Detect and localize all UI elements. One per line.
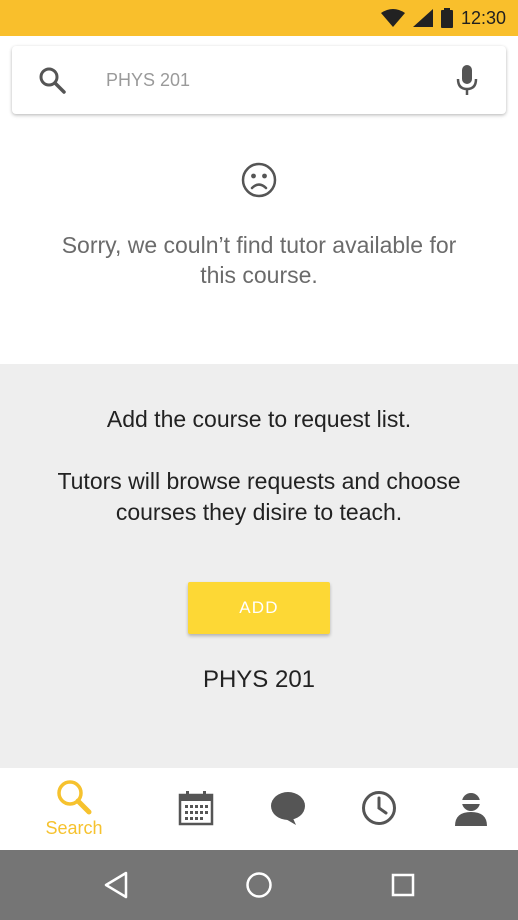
recents-square-icon[interactable]: [388, 870, 418, 900]
search-icon: [57, 780, 92, 815]
sad-face-icon: [241, 162, 277, 198]
search-icon[interactable]: [38, 66, 66, 94]
wifi-icon: [380, 9, 405, 27]
clock-icon: [362, 791, 396, 825]
request-instruction: Add the course to request list.: [106, 406, 412, 432]
search-bar[interactable]: [12, 46, 506, 114]
profile-icon: [455, 793, 487, 826]
nav-search[interactable]: Search: [34, 768, 114, 850]
chat-bubble-icon: [271, 792, 305, 825]
mic-icon[interactable]: [456, 65, 478, 95]
battery-icon: [440, 8, 453, 28]
request-explanation: Tutors will browse requests and choose c…: [57, 468, 461, 525]
nav-chat[interactable]: [268, 768, 308, 850]
add-button[interactable]: ADD: [188, 582, 330, 634]
system-nav-bar: [0, 850, 518, 920]
bottom-nav: Search: [0, 768, 518, 850]
calendar-icon: [178, 791, 214, 826]
home-circle-icon[interactable]: [244, 870, 274, 900]
empty-state-message: Sorry, we couln’t find tutor available f…: [61, 232, 457, 288]
back-triangle-icon[interactable]: [101, 870, 131, 900]
cellular-signal-icon: [412, 9, 433, 27]
nav-search-label: Search: [45, 818, 103, 838]
course-code: PHYS 201: [202, 666, 316, 693]
status-time: 12:30: [460, 7, 506, 28]
nav-profile[interactable]: [451, 768, 491, 850]
request-panel: Add the course to request list. Tutors w…: [0, 364, 518, 768]
nav-calendar[interactable]: [176, 768, 216, 850]
search-input[interactable]: [104, 68, 456, 92]
nav-history[interactable]: [359, 768, 399, 850]
status-bar: 12:30: [0, 0, 518, 36]
